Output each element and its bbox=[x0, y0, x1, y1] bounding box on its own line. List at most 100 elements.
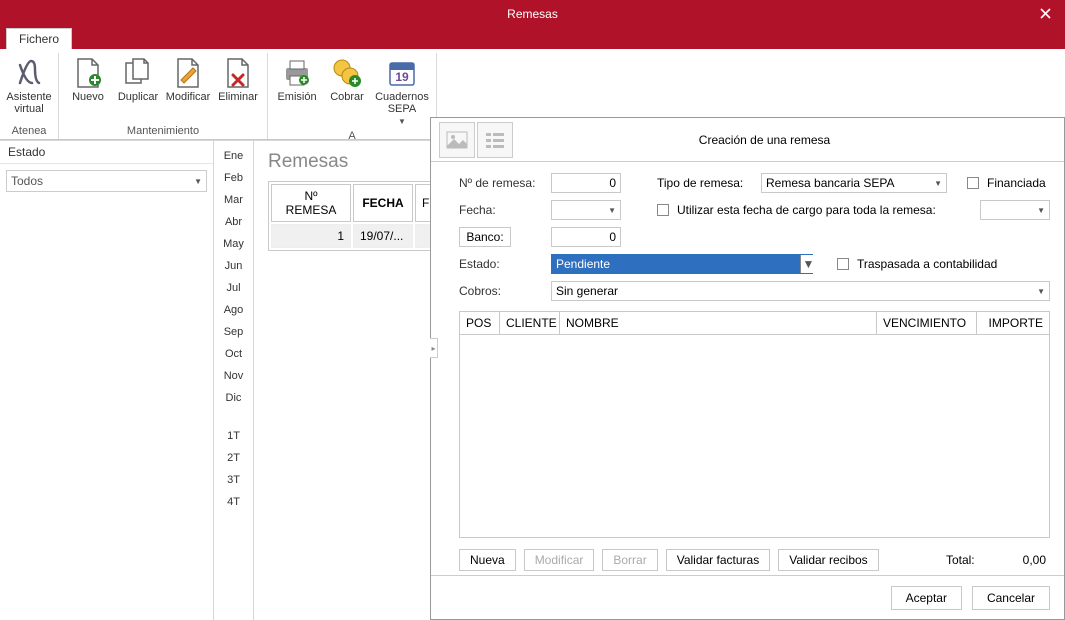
nuevo-button[interactable]: Nuevo bbox=[63, 55, 113, 105]
month-nov[interactable]: Nov bbox=[224, 365, 244, 387]
close-icon bbox=[1040, 8, 1051, 19]
fecha-select[interactable]: ▼ bbox=[551, 200, 621, 220]
borrar-button[interactable]: Borrar bbox=[602, 549, 657, 571]
delete-icon bbox=[222, 57, 254, 89]
traspasada-checkbox[interactable] bbox=[837, 258, 849, 270]
grid-body[interactable] bbox=[460, 335, 1049, 537]
chevron-down-icon: ▼ bbox=[800, 255, 816, 273]
image-tool-icon[interactable] bbox=[439, 122, 475, 158]
duplicar-button[interactable]: Duplicar bbox=[113, 55, 163, 105]
cobros-label: Cobros: bbox=[459, 284, 543, 298]
month-jun[interactable]: Jun bbox=[225, 255, 243, 277]
month-abr[interactable]: Abr bbox=[225, 211, 242, 233]
total-value: 0,00 bbox=[1023, 553, 1046, 567]
cargo-checkbox[interactable] bbox=[657, 204, 669, 216]
cargo-date-select[interactable]: ▼ bbox=[980, 200, 1050, 220]
month-may[interactable]: May bbox=[223, 233, 244, 255]
emision-button[interactable]: Emisión bbox=[272, 55, 322, 105]
estado-panel: Estado Todos ▼ bbox=[0, 140, 214, 620]
fecha-label: Fecha: bbox=[459, 203, 543, 217]
dialog-toolbar: Creación de una remesa bbox=[431, 118, 1064, 162]
num-remesa-label: Nº de remesa: bbox=[459, 176, 543, 190]
cargo-label: Utilizar esta fecha de cargo para toda l… bbox=[677, 203, 936, 217]
assistant-button[interactable]: Asistente virtual bbox=[4, 55, 54, 117]
month-ene[interactable]: Ene bbox=[224, 145, 244, 167]
action-row: Nueva Modificar Borrar Validar facturas … bbox=[459, 543, 1050, 571]
grid-header: POS CLIENTE NOMBRE VENCIMIENTO IMPORTE bbox=[460, 312, 1049, 335]
estado-filter-select[interactable]: Todos ▼ bbox=[6, 170, 207, 192]
sepa-button[interactable]: 19 Cuadernos SEPA ▼ bbox=[372, 55, 432, 128]
edit-icon bbox=[172, 57, 204, 89]
create-remesa-dialog: ▸ Creación de una remesa Nº de remesa: T… bbox=[430, 117, 1065, 620]
close-button[interactable] bbox=[1025, 0, 1065, 26]
month-jul[interactable]: Jul bbox=[226, 277, 240, 299]
chevron-down-icon: ▼ bbox=[934, 179, 942, 188]
col-importe[interactable]: IMPORTE bbox=[977, 312, 1049, 334]
alpha-icon bbox=[13, 57, 45, 89]
col-nombre[interactable]: NOMBRE bbox=[560, 312, 877, 334]
total-label: Total: bbox=[946, 553, 975, 567]
dialog-footer: Aceptar Cancelar bbox=[431, 575, 1064, 619]
modificar-button[interactable]: Modificar bbox=[163, 55, 213, 105]
month-feb[interactable]: Feb bbox=[224, 167, 243, 189]
calendar-icon: 19 bbox=[386, 57, 418, 89]
num-remesa-input[interactable] bbox=[551, 173, 621, 193]
print-icon bbox=[281, 57, 313, 89]
month-sep[interactable]: Sep bbox=[224, 321, 244, 343]
eliminar-button[interactable]: Eliminar bbox=[213, 55, 263, 105]
quarter-1[interactable]: 1T bbox=[227, 425, 240, 447]
quarter-2[interactable]: 2T bbox=[227, 447, 240, 469]
chevron-down-icon: ▼ bbox=[194, 177, 202, 186]
tipo-label: Tipo de remesa: bbox=[657, 176, 753, 190]
title-bar: Remesas bbox=[0, 0, 1065, 27]
expand-handle[interactable]: ▸ bbox=[430, 338, 438, 358]
duplicate-icon bbox=[122, 57, 154, 89]
col-vencimiento[interactable]: VENCIMIENTO bbox=[877, 312, 977, 334]
validar-recibos-button[interactable]: Validar recibos bbox=[778, 549, 878, 571]
col-num[interactable]: Nº REMESA bbox=[271, 184, 351, 222]
cobros-select[interactable]: Sin generar▼ bbox=[551, 281, 1050, 301]
tab-fichero[interactable]: Fichero bbox=[6, 28, 72, 49]
mod-button[interactable]: Modificar bbox=[524, 549, 595, 571]
estado-field-label: Estado: bbox=[459, 257, 543, 271]
window-title: Remesas bbox=[507, 7, 558, 21]
month-ago[interactable]: Ago bbox=[224, 299, 244, 321]
col-fecha[interactable]: FECHA bbox=[353, 184, 413, 222]
month-strip: Ene Feb Mar Abr May Jun Jul Ago Sep Oct … bbox=[214, 140, 254, 620]
traspasada-label: Traspasada a contabilidad bbox=[857, 257, 997, 271]
chevron-down-icon: ▼ bbox=[608, 206, 616, 215]
cobrar-button[interactable]: Cobrar bbox=[322, 55, 372, 105]
tipo-select[interactable]: Remesa bancaria SEPA▼ bbox=[761, 173, 947, 193]
table-row[interactable]: 1 19/07/... bbox=[271, 224, 456, 248]
tab-strip: Fichero bbox=[0, 27, 1065, 49]
coins-icon bbox=[331, 57, 363, 89]
banco-input[interactable] bbox=[551, 227, 621, 247]
financiada-label: Financiada bbox=[987, 176, 1046, 190]
new-doc-icon bbox=[72, 57, 104, 89]
list-tool-icon[interactable] bbox=[477, 122, 513, 158]
month-mar[interactable]: Mar bbox=[224, 189, 243, 211]
col-pos[interactable]: POS bbox=[460, 312, 500, 334]
chevron-down-icon: ▼ bbox=[1037, 287, 1045, 296]
estado-header: Estado bbox=[0, 141, 213, 164]
estado-select[interactable]: Pendiente▼ bbox=[551, 254, 813, 274]
group-label-atenea: Atenea bbox=[4, 123, 54, 139]
chevron-down-icon: ▼ bbox=[1037, 206, 1045, 215]
svg-text:19: 19 bbox=[395, 70, 409, 84]
banco-button[interactable]: Banco: bbox=[459, 227, 511, 247]
chevron-down-icon: ▼ bbox=[398, 117, 406, 126]
dialog-title: Creación de una remesa bbox=[515, 133, 1014, 147]
group-label-mantenimiento: Mantenimiento bbox=[63, 123, 263, 139]
month-oct[interactable]: Oct bbox=[225, 343, 242, 365]
quarter-4[interactable]: 4T bbox=[227, 491, 240, 513]
financiada-checkbox[interactable] bbox=[967, 177, 979, 189]
col-cliente[interactable]: CLIENTE bbox=[500, 312, 560, 334]
month-dic[interactable]: Dic bbox=[226, 387, 242, 409]
quarter-3[interactable]: 3T bbox=[227, 469, 240, 491]
dialog-body: Nº de remesa: Tipo de remesa: Remesa ban… bbox=[431, 162, 1064, 575]
nueva-button[interactable]: Nueva bbox=[459, 549, 516, 571]
detail-grid: POS CLIENTE NOMBRE VENCIMIENTO IMPORTE bbox=[459, 311, 1050, 538]
validar-facturas-button[interactable]: Validar facturas bbox=[666, 549, 770, 571]
accept-button[interactable]: Aceptar bbox=[891, 586, 962, 610]
cancel-button[interactable]: Cancelar bbox=[972, 586, 1050, 610]
